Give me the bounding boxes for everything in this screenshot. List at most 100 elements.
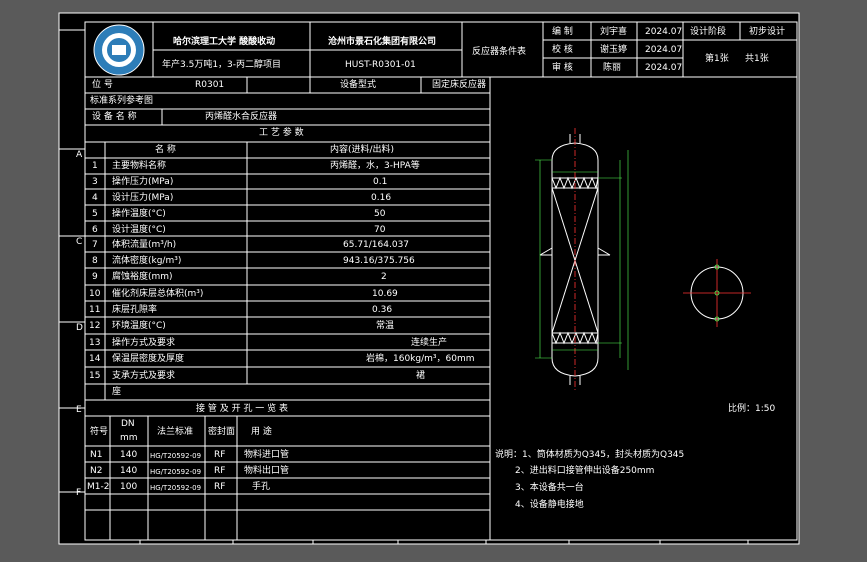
param-value: 岩棉，160kg/m³，60mm xyxy=(366,354,475,364)
param-no: 9 xyxy=(92,272,98,282)
zone-letter: E xyxy=(76,405,82,415)
extra-row-text: 座 xyxy=(112,387,122,397)
param-name: 支承方式及要求 xyxy=(112,371,176,381)
param-name: 操作温度(°C) xyxy=(112,209,166,219)
param-name: 流体密度(kg/m³) xyxy=(112,256,182,266)
param-no: 11 xyxy=(89,305,101,315)
name-approver: 陈丽 xyxy=(603,63,622,73)
note-1: 说明：1、筒体材质为Q345，封头材质为Q345 xyxy=(495,450,685,460)
type-value: 固定床反应器 xyxy=(432,80,487,90)
stage-label: 设计阶段 xyxy=(690,27,727,37)
nozzle-dn: 140 xyxy=(120,450,138,460)
param-name: 操作方式及要求 xyxy=(112,338,176,348)
param-no: 13 xyxy=(89,338,101,348)
nozzle-face: RF xyxy=(214,450,226,460)
param-value: 10.69 xyxy=(372,289,398,299)
param-name: 床层孔隙率 xyxy=(112,305,158,315)
param-name: 体积流量(m³/h) xyxy=(112,240,177,250)
param-value: 0.16 xyxy=(371,193,392,203)
stage-value: 初步设计 xyxy=(749,27,786,37)
note-4: 4、设备静电接地 xyxy=(515,500,584,510)
param-name: 保温层密度及厚度 xyxy=(112,354,185,364)
tag-value: R0301 xyxy=(195,80,225,90)
date-checker: 2024.07 xyxy=(645,45,683,55)
zone-letter: D xyxy=(76,323,83,333)
param-name: 环境温度(°C) xyxy=(112,321,166,331)
note-3: 3、本设备共一台 xyxy=(515,483,584,493)
param-name: 操作压力(MPa) xyxy=(112,177,174,187)
name-label: 设 备 名 称 xyxy=(92,112,137,122)
param-value: 943.16/375.756 xyxy=(343,256,415,266)
nozzle-std: HG/T20592-09 xyxy=(150,468,202,476)
param-name: 设计温度(°C) xyxy=(112,225,166,235)
std-label: 标准系列参考图 xyxy=(90,96,154,106)
param-no: 6 xyxy=(92,225,98,235)
sheet-total: 共1张 xyxy=(745,54,769,64)
params-col-value: 内容(进料/出料) xyxy=(330,145,395,155)
param-name: 主要物料名称 xyxy=(112,161,167,171)
param-no: 12 xyxy=(89,321,101,331)
nozzle-symbol: N1 xyxy=(90,450,103,460)
nozzle-use: 物料进口管 xyxy=(244,450,290,460)
company-name: 沧州市景石化集团有限公司 xyxy=(328,37,437,47)
params-title: 工 艺 参 数 xyxy=(259,128,304,138)
nozzle-col-use: 用 途 xyxy=(251,427,272,437)
name-value: 丙烯醛水合反应器 xyxy=(205,112,278,122)
name-drafter: 刘宇喜 xyxy=(600,27,628,37)
role-checker: 校 核 xyxy=(552,45,573,55)
zone-letter: F xyxy=(76,488,82,498)
document-title: 反应器条件表 xyxy=(472,47,527,57)
param-name: 催化剂床层总体积(m³) xyxy=(112,289,204,299)
nozzle-use: 物料出口管 xyxy=(244,466,290,476)
nozzle-use: 手孔 xyxy=(252,482,271,492)
params-col-name: 名 称 xyxy=(155,145,176,155)
nozzle-std: HG/T20592-09 xyxy=(150,452,202,460)
param-no: 3 xyxy=(92,177,98,187)
document-number: HUST-R0301-01 xyxy=(345,60,416,70)
param-no: 4 xyxy=(92,193,98,203)
role-approver: 审 核 xyxy=(552,63,573,73)
param-value: 连续生产 xyxy=(411,338,448,348)
nozzle-face: RF xyxy=(214,482,226,492)
project-name: 年产3.5万吨1，3-丙二醇项目 xyxy=(162,60,282,70)
university-logo xyxy=(93,24,145,76)
param-value: 丙烯醛，水，3-HPA等 xyxy=(330,161,420,171)
nozzle-col-symbol: 符号 xyxy=(90,427,109,437)
zone-letter: C xyxy=(76,237,83,247)
school-name: 哈尔滨理工大学 酸酸收动 xyxy=(173,37,276,47)
param-value: 0.36 xyxy=(372,305,393,315)
date-approver: 2024.07 xyxy=(645,63,683,73)
date-drafter: 2024.07 xyxy=(645,27,683,37)
nozzle-table-title: 接 管 及 开 孔 一 览 表 xyxy=(196,404,289,414)
param-value: 裙 xyxy=(416,371,426,381)
param-value: 常温 xyxy=(376,321,395,331)
param-no: 8 xyxy=(92,256,98,266)
param-no: 1 xyxy=(92,161,98,171)
nozzle-dn: 100 xyxy=(120,482,138,492)
param-value: 0.1 xyxy=(373,177,388,187)
nozzle-face: RF xyxy=(214,466,226,476)
param-name: 设计压力(MPa) xyxy=(112,193,174,203)
tag-label: 位 号 xyxy=(92,80,113,90)
nozzle-symbol: N2 xyxy=(90,466,103,476)
param-no: 10 xyxy=(89,289,101,299)
zone-letter: A xyxy=(76,150,83,160)
nozzle-col-std: 法兰标准 xyxy=(157,427,194,437)
param-value: 65.71/164.037 xyxy=(343,240,410,250)
note-2: 2、进出料口接管伸出设备250mm xyxy=(515,466,655,476)
sheet-number: 第1张 xyxy=(705,54,729,64)
nozzle-std: HG/T20592-09 xyxy=(150,484,202,492)
role-drafter: 编 制 xyxy=(552,27,573,37)
nozzle-col-face: 密封面 xyxy=(208,427,236,437)
nozzle-dn: 140 xyxy=(120,466,138,476)
param-name: 腐蚀裕度(mm) xyxy=(112,272,173,282)
param-value: 70 xyxy=(374,225,386,235)
name-checker: 谢玉婷 xyxy=(600,45,628,55)
param-no: 14 xyxy=(89,354,101,364)
param-no: 5 xyxy=(92,209,98,219)
type-label: 设备型式 xyxy=(340,80,377,90)
nozzle-symbol: M1-2 xyxy=(87,482,110,492)
nozzle-col-mm: mm xyxy=(120,433,138,443)
param-no: 7 xyxy=(92,240,98,250)
param-value: 50 xyxy=(374,209,386,219)
